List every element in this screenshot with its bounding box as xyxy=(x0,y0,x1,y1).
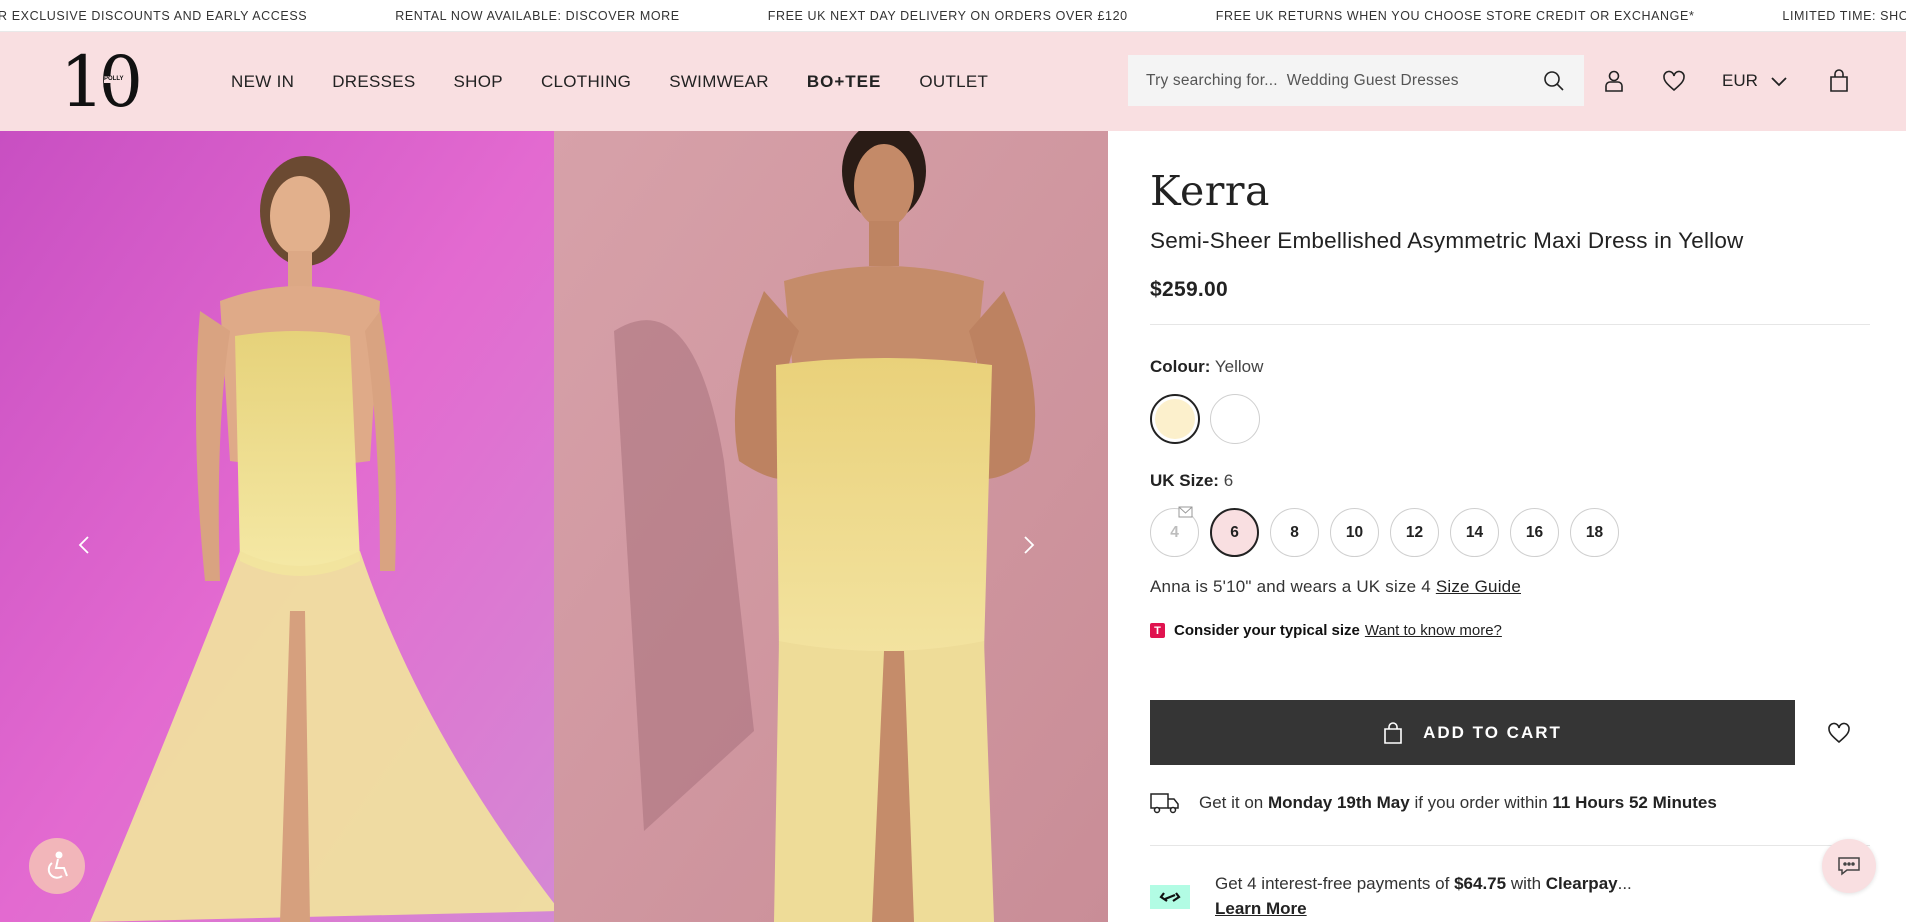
colour-swatch-yellow[interactable] xyxy=(1150,394,1200,444)
size-option-label: 8 xyxy=(1290,523,1299,541)
size-option-label: 12 xyxy=(1405,523,1424,541)
product-photo-model-image xyxy=(554,131,1108,922)
model-size-note: Anna is 5'10" and wears a UK size 4 Size… xyxy=(1150,577,1521,597)
wishlist-heart-icon[interactable] xyxy=(1827,721,1851,745)
clearpay-pre: Get 4 interest-free payments of xyxy=(1215,874,1450,893)
size-option-label: 4 xyxy=(1170,523,1179,541)
size-option-6[interactable]: 6 xyxy=(1210,508,1259,557)
product-brand: Kerra xyxy=(1150,167,1270,215)
size-option-14[interactable]: 14 xyxy=(1450,508,1499,557)
search-input[interactable] xyxy=(1146,71,1536,90)
nav-item-clothing[interactable]: CLOTHING xyxy=(541,72,631,92)
nav-item-dresses[interactable]: DRESSES xyxy=(332,72,415,92)
nav-item-outlet[interactable]: OUTLET xyxy=(919,72,988,92)
size-label: UK Size: xyxy=(1150,471,1219,490)
size-option-8[interactable]: 8 xyxy=(1270,508,1319,557)
delivery-mid: if you order within xyxy=(1414,793,1548,812)
nav-item-swimwear[interactable]: SWIMWEAR xyxy=(669,72,769,92)
clearpay-ellipsis: ... xyxy=(1617,874,1632,893)
colour-value: Yellow xyxy=(1214,357,1264,376)
gallery-prev-arrow[interactable] xyxy=(70,531,98,559)
logo-number: 10 xyxy=(60,41,143,123)
delivery-countdown: 11 Hours 52 Minutes xyxy=(1552,793,1717,812)
typical-size-link[interactable]: Want to know more? xyxy=(1365,622,1502,639)
search-icon[interactable] xyxy=(1542,69,1566,93)
size-option-4[interactable]: 4 xyxy=(1150,506,1199,557)
add-to-cart-button[interactable]: ADD TO CART xyxy=(1150,700,1795,765)
size-option-label: 14 xyxy=(1465,523,1484,541)
typical-size-text: Consider your typical size xyxy=(1174,622,1360,639)
currency-label: EUR xyxy=(1722,71,1758,90)
product-photo-front[interactable] xyxy=(0,131,554,922)
logo-mark: POLLY xyxy=(104,76,124,83)
accessibility-button[interactable] xyxy=(29,838,85,894)
envelope-icon[interactable] xyxy=(1178,506,1193,518)
accessibility-icon xyxy=(47,851,68,879)
size-row: UK Size: 6 xyxy=(1150,471,1233,491)
nav-item-bo-tee[interactable]: BO+TEE xyxy=(807,72,882,92)
announcement-item[interactable]: FREE UK RETURNS WHEN YOU CHOOSE STORE CR… xyxy=(1216,9,1695,23)
size-guide-link[interactable]: Size Guide xyxy=(1436,577,1521,596)
delivery-pre: Get it on xyxy=(1199,793,1264,812)
product-photo-model[interactable] xyxy=(554,131,1108,922)
announcement-track: R EXCLUSIVE DISCOUNTS AND EARLY ACCESS R… xyxy=(0,0,1906,31)
main-nav: NEW IN DRESSES SHOP CLOTHING SWIMWEAR BO… xyxy=(231,32,1026,131)
divider xyxy=(1150,845,1870,846)
size-option-12[interactable]: 12 xyxy=(1390,508,1439,557)
clearpay-mid: with xyxy=(1510,874,1542,893)
clearpay-learn-more-link[interactable]: Learn More xyxy=(1215,899,1307,918)
model-note-text: Anna is 5'10" and wears a UK size 4 xyxy=(1150,577,1431,596)
account-icon[interactable] xyxy=(1601,68,1627,94)
product-details: Kerra Semi-Sheer Embellished Asymmetric … xyxy=(1150,131,1870,922)
gallery-next-arrow[interactable] xyxy=(1015,531,1043,559)
search-box xyxy=(1128,55,1584,106)
colour-row: Colour: Yellow xyxy=(1150,357,1263,377)
size-options: 4 6 8 10 12 14 16 18 xyxy=(1150,506,1630,557)
divider xyxy=(1150,324,1870,325)
chat-icon xyxy=(1838,857,1860,876)
site-logo[interactable]: 10 POLLY xyxy=(60,46,143,118)
announcement-item[interactable]: FREE UK NEXT DAY DELIVERY ON ORDERS OVER… xyxy=(768,9,1128,23)
bag-icon xyxy=(1384,721,1402,744)
product-gallery xyxy=(0,131,1108,922)
chat-button[interactable] xyxy=(1822,839,1876,893)
size-option-label: 6 xyxy=(1230,523,1239,541)
delivery-estimate: Get it on Monday 19th May if you order w… xyxy=(1150,791,1717,815)
clearpay-text: Get 4 interest-free payments of $64.75 w… xyxy=(1215,871,1632,921)
typical-size-tip: T Consider your typical size Want to kno… xyxy=(1150,622,1502,639)
delivery-date: Monday 19th May xyxy=(1268,793,1410,812)
announcement-bar: R EXCLUSIVE DISCOUNTS AND EARLY ACCESS R… xyxy=(0,0,1906,32)
site-header: 10 POLLY NEW IN DRESSES SHOP CLOTHING SW… xyxy=(0,32,1906,131)
size-option-16[interactable]: 16 xyxy=(1510,508,1559,557)
currency-selector[interactable]: EUR xyxy=(1722,68,1788,94)
swatch-fill xyxy=(1155,399,1195,439)
size-option-label: 18 xyxy=(1585,523,1604,541)
size-option-18[interactable]: 18 xyxy=(1570,508,1619,557)
product-name: Semi-Sheer Embellished Asymmetric Maxi D… xyxy=(1150,228,1744,253)
bag-icon[interactable] xyxy=(1826,68,1852,94)
clearpay-brand: Clearpay xyxy=(1545,874,1618,893)
add-to-cart-label: ADD TO CART xyxy=(1423,722,1562,742)
clearpay-amount: $64.75 xyxy=(1454,874,1507,893)
heart-icon[interactable] xyxy=(1661,68,1687,94)
size-option-10[interactable]: 10 xyxy=(1330,508,1379,557)
announcement-item[interactable]: R EXCLUSIVE DISCOUNTS AND EARLY ACCESS xyxy=(0,9,307,23)
delivery-truck-icon xyxy=(1150,793,1179,814)
colour-swatch-white[interactable] xyxy=(1210,394,1260,444)
announcement-item[interactable]: RENTAL NOW AVAILABLE: DISCOVER MORE xyxy=(395,9,679,23)
size-option-label: 10 xyxy=(1345,523,1364,541)
size-value: 6 xyxy=(1223,471,1234,490)
chevron-down-icon xyxy=(1771,77,1787,87)
size-option-label: 16 xyxy=(1525,523,1544,541)
clearpay-logo-icon xyxy=(1150,885,1190,909)
product-photo-front-image xyxy=(0,131,554,922)
nav-item-new-in[interactable]: NEW IN xyxy=(231,72,294,92)
colour-label: Colour: xyxy=(1150,357,1211,376)
announcement-item[interactable]: LIMITED TIME: SHOP xyxy=(1782,9,1906,23)
true-fit-icon: T xyxy=(1150,623,1165,638)
product-price: $259.00 xyxy=(1150,278,1229,301)
nav-item-shop[interactable]: SHOP xyxy=(454,72,503,92)
